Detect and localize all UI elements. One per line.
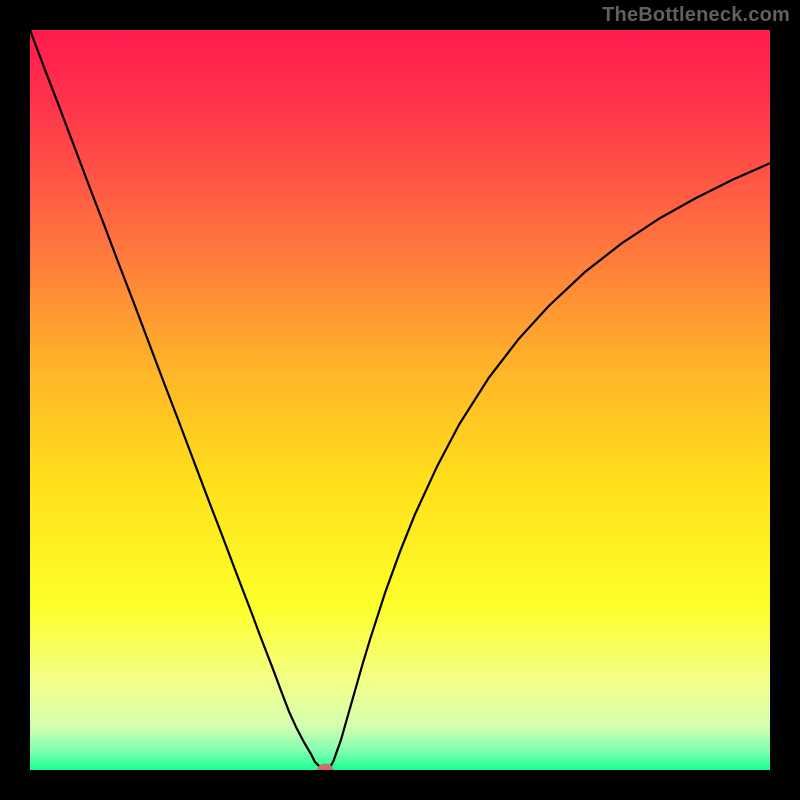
watermark-text: TheBottleneck.com: [602, 4, 790, 27]
chart-plot-area: [30, 30, 770, 770]
chart-container: TheBottleneck.com: [0, 0, 800, 800]
chart-svg: [30, 30, 770, 770]
gradient-background: [30, 30, 770, 770]
